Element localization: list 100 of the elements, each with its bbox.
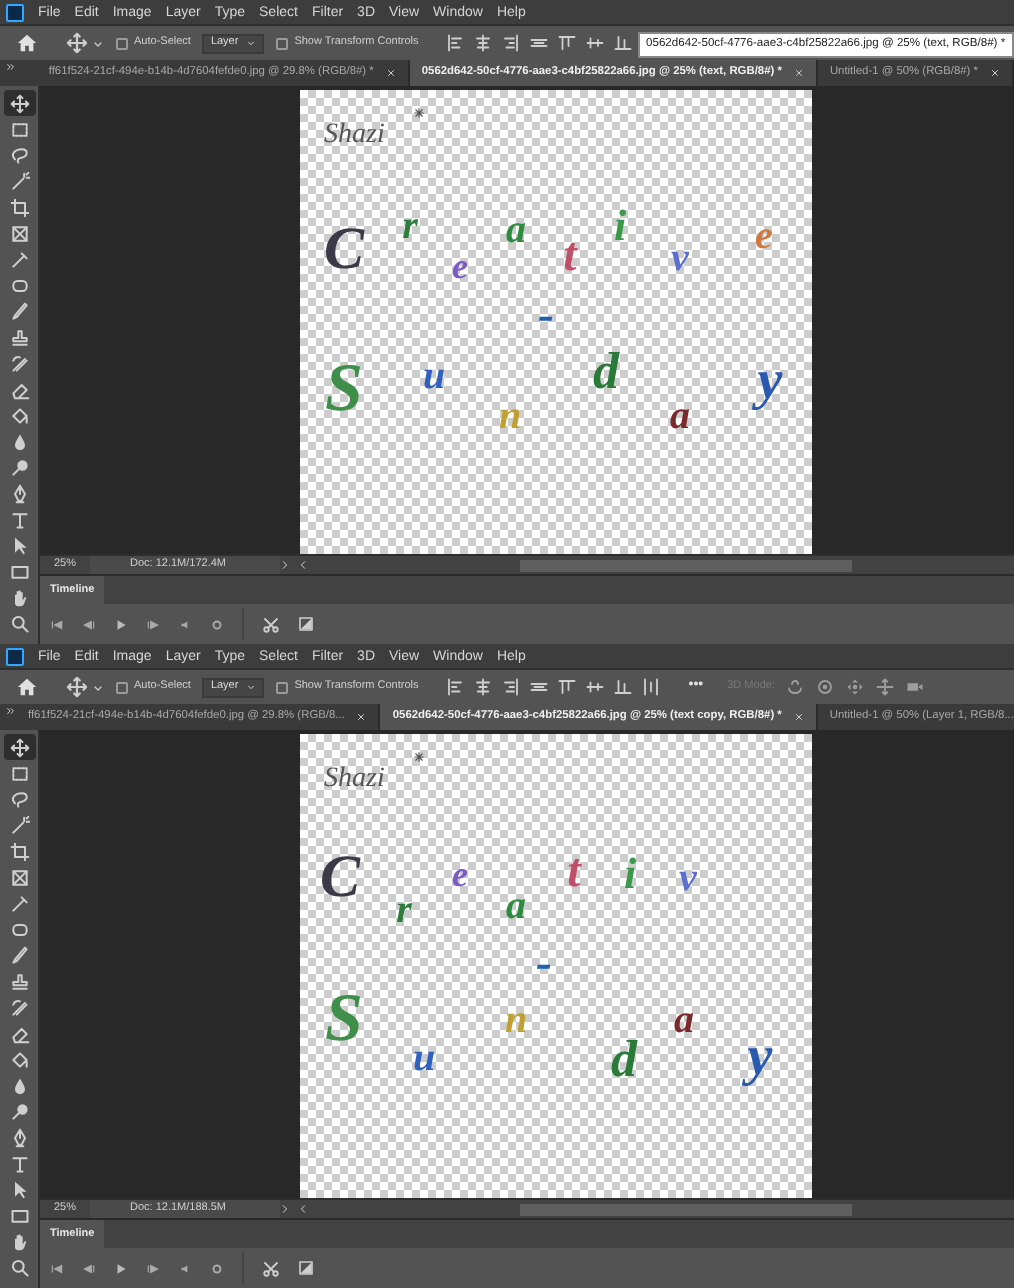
align-icon[interactable] bbox=[614, 678, 633, 696]
align-icon[interactable] bbox=[502, 678, 521, 696]
audio-icon[interactable] bbox=[178, 617, 192, 631]
roll-icon[interactable] bbox=[816, 678, 835, 696]
frame-icon bbox=[9, 223, 29, 243]
eraser-icon bbox=[9, 379, 29, 399]
star-icon bbox=[412, 750, 426, 764]
eyedropper-icon bbox=[9, 893, 29, 913]
chevron-right-icon[interactable] bbox=[280, 560, 290, 570]
align-icon[interactable] bbox=[586, 678, 605, 696]
move-icon[interactable] bbox=[66, 676, 88, 698]
caret-icon bbox=[246, 38, 257, 48]
search-icon bbox=[9, 1257, 29, 1277]
painted-letter: t bbox=[563, 232, 577, 280]
tool-button[interactable] bbox=[3, 90, 35, 116]
app-logo-icon bbox=[6, 3, 24, 21]
close-icon[interactable] bbox=[356, 712, 367, 722]
star-icon bbox=[412, 106, 426, 120]
painted-letter: d bbox=[611, 1034, 637, 1086]
next-frame-icon[interactable] bbox=[146, 617, 160, 631]
first-frame-icon[interactable] bbox=[50, 1261, 64, 1275]
close-icon[interactable] bbox=[990, 68, 1000, 78]
drag-icon[interactable] bbox=[846, 678, 865, 696]
painted-letter: C bbox=[324, 220, 364, 280]
align-icon[interactable] bbox=[474, 678, 493, 696]
painted-letter: r bbox=[396, 890, 412, 930]
scrollbar-thumb[interactable] bbox=[520, 1203, 852, 1215]
checkbox[interactable] bbox=[116, 37, 128, 49]
next-frame-icon[interactable] bbox=[146, 1261, 160, 1275]
scrollbar-thumb[interactable] bbox=[520, 559, 852, 571]
history-brush-icon bbox=[9, 353, 29, 373]
transition-icon[interactable] bbox=[298, 1260, 314, 1276]
painted-letter: S bbox=[325, 986, 363, 1054]
paint-bucket-icon bbox=[9, 405, 29, 425]
align-icon[interactable] bbox=[642, 678, 661, 696]
checkbox[interactable] bbox=[116, 681, 128, 693]
scissors-icon[interactable] bbox=[262, 1259, 280, 1277]
search-icon bbox=[9, 613, 29, 633]
slide-icon[interactable] bbox=[876, 678, 895, 696]
align-icon[interactable] bbox=[474, 34, 493, 52]
play-icon[interactable] bbox=[114, 1261, 128, 1275]
collapse-icon[interactable] bbox=[6, 62, 16, 72]
checkbox[interactable] bbox=[276, 37, 289, 49]
close-icon[interactable] bbox=[793, 68, 804, 78]
audio-icon[interactable] bbox=[178, 1261, 192, 1275]
painted-letter: r bbox=[402, 206, 418, 246]
play-icon[interactable] bbox=[114, 617, 128, 631]
close-icon[interactable] bbox=[793, 712, 804, 722]
gear-icon[interactable] bbox=[210, 617, 224, 631]
type-tool-icon bbox=[9, 509, 29, 529]
previous-frame-icon[interactable] bbox=[82, 617, 96, 631]
chevron-left-icon[interactable] bbox=[298, 1204, 308, 1214]
scissors-icon[interactable] bbox=[262, 615, 280, 633]
patch-icon bbox=[9, 919, 29, 939]
close-icon[interactable] bbox=[385, 68, 396, 78]
align-icon[interactable] bbox=[446, 678, 465, 696]
chevron-right-icon[interactable] bbox=[280, 1204, 290, 1214]
first-frame-icon[interactable] bbox=[50, 617, 64, 631]
pen-icon bbox=[9, 1127, 29, 1147]
eyedropper-icon bbox=[9, 249, 29, 269]
align-icon[interactable] bbox=[614, 34, 633, 52]
gear-icon[interactable] bbox=[210, 1261, 224, 1275]
painted-letter: e bbox=[755, 216, 773, 256]
painted-letter: - bbox=[538, 292, 554, 340]
transition-icon[interactable] bbox=[298, 616, 314, 632]
move-icon[interactable] bbox=[66, 32, 88, 54]
align-icon[interactable] bbox=[502, 34, 521, 52]
pointer-icon bbox=[9, 1179, 29, 1199]
app-logo-icon bbox=[6, 647, 24, 665]
painted-letter: a bbox=[674, 1000, 694, 1040]
type-tool-icon bbox=[9, 1153, 29, 1173]
painted-letter: n bbox=[504, 1000, 528, 1040]
home-icon[interactable] bbox=[16, 676, 38, 698]
hand-icon bbox=[9, 1231, 29, 1251]
crop-icon bbox=[9, 841, 29, 861]
tool-button[interactable] bbox=[3, 734, 35, 760]
chevron-left-icon[interactable] bbox=[298, 560, 308, 570]
painted-letter: u bbox=[422, 356, 446, 396]
marquee-icon bbox=[9, 119, 29, 139]
painted-letter: u bbox=[412, 1038, 436, 1078]
caret-icon[interactable] bbox=[92, 37, 104, 49]
signature-text: Shazi bbox=[324, 118, 385, 154]
checkbox[interactable] bbox=[276, 681, 289, 693]
drop-icon bbox=[9, 431, 29, 451]
collapse-icon[interactable] bbox=[6, 706, 16, 716]
align-icon[interactable] bbox=[530, 34, 549, 52]
align-icon[interactable] bbox=[530, 678, 549, 696]
previous-frame-icon[interactable] bbox=[82, 1261, 96, 1275]
align-icon[interactable] bbox=[558, 34, 577, 52]
dodge-icon bbox=[9, 457, 29, 477]
video-camera-icon[interactable] bbox=[906, 678, 925, 696]
painted-letter: - bbox=[536, 940, 552, 988]
painted-letter: i bbox=[613, 204, 627, 248]
align-icon[interactable] bbox=[558, 678, 577, 696]
caret-icon[interactable] bbox=[92, 681, 104, 693]
align-icon[interactable] bbox=[586, 34, 605, 52]
patch-icon bbox=[9, 275, 29, 295]
align-icon[interactable] bbox=[446, 34, 465, 52]
home-icon[interactable] bbox=[16, 32, 38, 54]
orbit-icon[interactable] bbox=[786, 678, 805, 696]
